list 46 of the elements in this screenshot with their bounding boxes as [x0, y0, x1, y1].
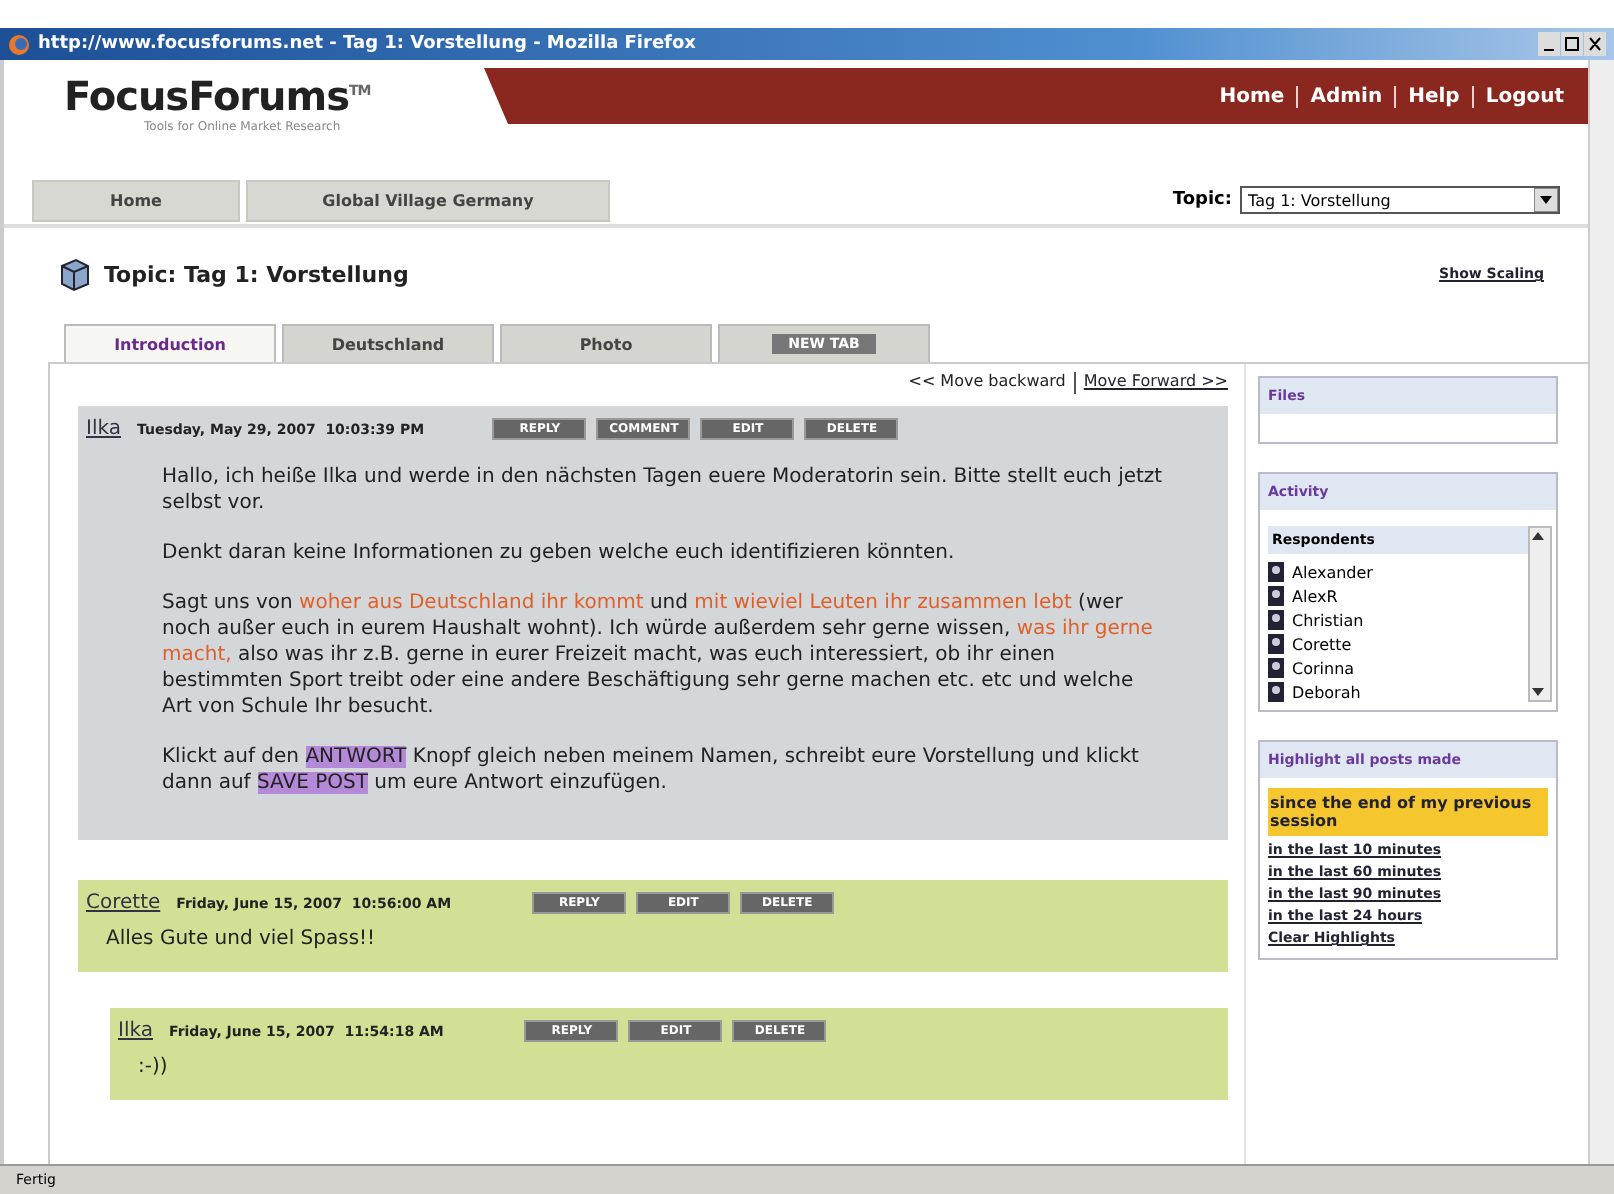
scrollbar[interactable]	[1528, 526, 1552, 702]
person-icon	[1268, 682, 1284, 702]
dropdown-arrow-icon[interactable]	[1534, 188, 1558, 212]
post-paragraph: :-))	[138, 1054, 170, 1080]
move-backward-text: << Move backward	[908, 372, 1066, 394]
browser-icon	[8, 33, 30, 55]
content-tab[interactable]: Introduction	[64, 324, 276, 362]
cube-icon	[56, 256, 92, 292]
site-logo[interactable]: FocusForums$^{TM}$	[64, 72, 484, 120]
person-icon	[1268, 634, 1284, 654]
person-icon	[1268, 658, 1284, 678]
author-link[interactable]: Ilka	[118, 1020, 153, 1042]
content-tab[interactable]: Deutschland	[282, 324, 494, 362]
post-paragraph: Klickt auf den ANTWORT Knopf gleich neben meinem Namen, schreibt eure Vorstellung und klickt dann auf SAVE POST um eure Antwort einzufügen.	[162, 744, 1141, 796]
highlight-option[interactable]: since the end of my previous session	[1268, 788, 1548, 836]
scroll-down-icon[interactable]	[1530, 684, 1546, 700]
person-icon	[1268, 610, 1284, 630]
author-link[interactable]: Corette	[86, 892, 161, 914]
header-nav-link[interactable]: Home	[1219, 85, 1285, 107]
respondent-item[interactable]: AlexR	[1268, 586, 1528, 606]
content-tab[interactable]: Photo	[500, 324, 712, 362]
respondent-item[interactable]: Christian	[1268, 610, 1528, 630]
person-icon	[1268, 586, 1284, 606]
respondent-item[interactable]: Corinna	[1268, 658, 1528, 678]
header-nav-link[interactable]: Admin	[1310, 85, 1383, 107]
author-link[interactable]: Ilka	[86, 418, 121, 440]
person-icon	[1268, 562, 1284, 582]
scroll-up-icon[interactable]	[1530, 528, 1546, 544]
topic-select[interactable]: Tag 1: Vorstellung	[1240, 186, 1560, 214]
nav-tab[interactable]: Home	[32, 179, 240, 221]
post-paragraph: Hallo, ich heiße Ilka und werde in den nächsten Tagen euere Moderatorin sein. Bitte stellt euch jetzt selbst vor.	[162, 464, 1165, 516]
topic-title: Topic: Tag 1: Vorstellung	[104, 261, 411, 287]
post-paragraph: Denkt daran keine Informationen zu geben welche euch identifizieren könnten.	[162, 540, 957, 566]
post-paragraph: Sagt uns von woher aus Deutschland ihr kommt und mit wieviel Leuten ihr zusammen lebt (wer noch außer euch in eurem Haushalt wohnt). Ich würde außerdem sehr gerne wissen, was ihr gerne macht, also was ihr z.B. gerne in eurer Freizeit macht, was euch interessiert, ob ihr einen bestimmten Sport treibt oder eine andere Beschäftigung sehr gerne machen etc. etc und welche Art von Schule Ihr besucht.	[162, 590, 1155, 720]
header-nav-link[interactable]: Help	[1408, 85, 1460, 107]
respondent-item[interactable]: Corette	[1268, 634, 1528, 654]
respondent-item[interactable]: Alexander	[1268, 562, 1528, 582]
page-scrollbar[interactable]	[1588, 60, 1614, 1164]
window-controls-icon[interactable]	[1538, 32, 1606, 56]
header-nav-link[interactable]: Logout	[1485, 85, 1564, 107]
move-forward-link[interactable]: Move Forward >>	[1083, 372, 1228, 394]
topic-label: Topic:	[1172, 190, 1232, 210]
respondent-item[interactable]: Deborah	[1268, 682, 1528, 702]
window-title: http://www.focusforums.net - Tag 1: Vorstellung - Mozilla Firefox	[38, 34, 698, 54]
nav-tab[interactable]: Global Village Germany	[246, 179, 610, 221]
post-paragraph: Alles Gute und viel Spass!!	[106, 926, 378, 952]
